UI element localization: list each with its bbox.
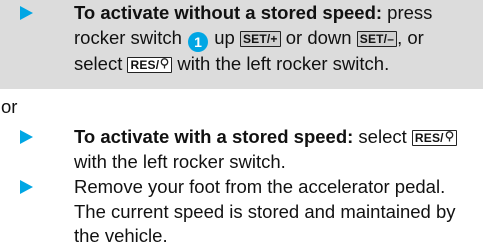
resume-key: RES/ <box>127 56 173 73</box>
or-separator: or <box>1 96 18 117</box>
instruction-page: To activate without a stored speed: pres… <box>0 0 483 251</box>
triangle-arrow-icon <box>20 6 33 20</box>
rocker-switch-badge: 1 <box>188 31 209 52</box>
resume-key: RES/ <box>411 130 457 146</box>
triangle-arrow-icon <box>20 130 33 144</box>
speedometer-pin-icon <box>160 57 169 68</box>
speedometer-pin-icon <box>445 131 454 142</box>
step-text: Remove your foot from the accelerator pe… <box>74 176 456 246</box>
step-activate-with-stored-speed: To activate with a stored speed: select … <box>0 124 483 177</box>
triangle-arrow-icon <box>20 180 33 194</box>
step-heading: To activate without a stored speed: <box>74 2 383 23</box>
set-up-key: SET/+ <box>239 30 281 47</box>
step-remove-foot: Remove your foot from the accelerator pe… <box>0 174 483 252</box>
set-down-key: SET/– <box>356 30 398 47</box>
step-activate-without-stored-speed: To activate without a stored speed: pres… <box>0 0 483 89</box>
step-heading: To activate with a stored speed: <box>74 126 354 147</box>
